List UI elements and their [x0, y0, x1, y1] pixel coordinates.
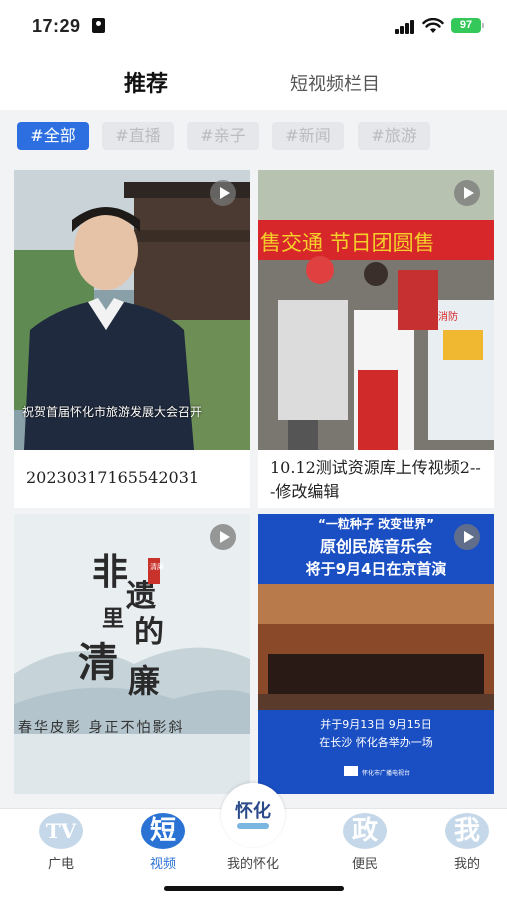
tag-all[interactable]: #全部: [17, 122, 89, 150]
art-char: 的: [134, 615, 164, 650]
tag-filter-bar: #全部 #直播 #亲子 #新闻 #旅游: [0, 110, 507, 162]
play-icon[interactable]: [210, 524, 236, 550]
art-char: 里: [102, 606, 124, 632]
art-char: 遗: [126, 579, 156, 614]
video-title: 10.12测试资源库上传视频2---修改编辑: [270, 458, 481, 501]
cellular-signal-icon: [395, 20, 415, 34]
nav-label: 广电: [47, 857, 74, 872]
poster-logo-text: 怀化市广播电视台: [362, 769, 410, 777]
huaihua-logo-wave: [237, 823, 269, 829]
seal-text: 清廉: [150, 562, 164, 571]
video-icon: 短: [141, 813, 185, 849]
poster-footer: 在长沙 怀化各举办一场: [319, 735, 433, 749]
play-icon[interactable]: [454, 524, 480, 550]
video-title: 20230317165542031: [26, 468, 200, 487]
video-thumbnail: 售交通 节日团圆售 消防: [258, 170, 494, 450]
home-indicator[interactable]: [164, 886, 344, 891]
poster-subtitle: 原创民族音乐会: [320, 537, 432, 556]
nav-label: 我的: [453, 857, 480, 872]
sign-text: 消防: [438, 310, 458, 323]
video-caption: 祝贺首届怀化市旅游发展大会召开: [22, 405, 203, 419]
nav-services[interactable]: 政 便民: [325, 813, 405, 872]
poster-title: “一粒种子 改变世界”: [318, 516, 434, 531]
top-tabs: 推荐 短视频栏目: [0, 52, 507, 110]
video-thumbnail: 非 遗 里 的 清 廉 清廉 春华皮影 身正不怕影斜: [14, 514, 250, 794]
video-card[interactable]: “一粒种子 改变世界” 原创民族音乐会 将于9月4日在京首演 并于9月13日 9…: [258, 514, 494, 794]
nav-tv[interactable]: TV 广电: [21, 813, 101, 872]
art-char: 非: [92, 551, 128, 593]
nav-my-huaihua[interactable]: 怀化 我的怀化: [213, 783, 293, 872]
tag-live[interactable]: #直播: [102, 122, 174, 150]
battery-icon: 97: [451, 18, 481, 33]
battery-tip: [482, 23, 484, 28]
nav-label: 我的怀化: [226, 857, 279, 872]
huaihua-logo: 怀化: [221, 783, 285, 847]
video-thumbnail: “一粒种子 改变世界” 原创民族音乐会 将于9月4日在京首演 并于9月13日 9…: [258, 514, 494, 794]
tag-parenting[interactable]: #亲子: [187, 122, 259, 150]
nav-label: 视频: [149, 857, 176, 872]
poster-date: 将于9月4日在京首演: [306, 560, 447, 578]
banner-text: 售交通 节日团圆售: [260, 231, 435, 255]
tag-news[interactable]: #新闻: [272, 122, 344, 150]
huaihua-logo-text: 怀化: [235, 801, 271, 822]
video-card[interactable]: 非 遗 里 的 清 廉 清廉 春华皮影 身正不怕影斜: [14, 514, 250, 794]
nav-video[interactable]: 短 视频: [123, 813, 203, 872]
contact-card-icon: [92, 18, 105, 33]
status-bar: 17:29 97: [0, 0, 507, 52]
tag-tourism[interactable]: #旅游: [358, 122, 430, 150]
tv-icon: TV: [39, 813, 83, 849]
tab-recommend[interactable]: 推荐: [124, 66, 168, 98]
profile-icon: 我: [445, 813, 489, 849]
poster-footer: 并于9月13日 9月15日: [320, 717, 432, 731]
status-time: 17:29: [32, 16, 81, 36]
nav-label: 便民: [351, 857, 378, 872]
art-char: 廉: [128, 662, 160, 700]
wifi-icon: [422, 18, 444, 33]
government-icon: 政: [343, 813, 387, 849]
play-icon[interactable]: [454, 180, 480, 206]
nav-me[interactable]: 我 我的: [427, 813, 507, 872]
video-card[interactable]: 祝贺首届怀化市旅游发展大会召开 20230317165542031: [14, 170, 250, 508]
tab-short-video-columns[interactable]: 短视频栏目: [290, 70, 380, 96]
video-card[interactable]: 售交通 节日团圆售 消防 10.12测试资源库上传视频2---修改编辑: [258, 170, 494, 508]
art-caption: 春华皮影 身正不怕影斜: [18, 720, 184, 736]
art-char: 清: [78, 639, 118, 686]
play-icon[interactable]: [210, 180, 236, 206]
